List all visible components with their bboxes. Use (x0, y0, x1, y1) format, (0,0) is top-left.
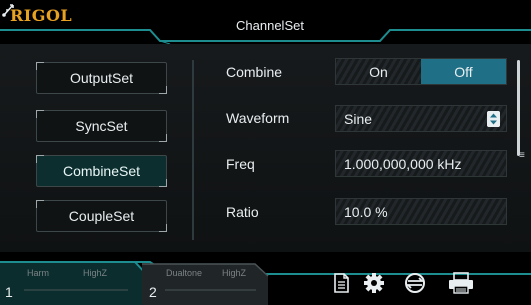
combine-on-option[interactable]: On (336, 59, 421, 84)
usb-icon (2, 4, 14, 17)
combine-off-option[interactable]: Off (421, 59, 506, 84)
instrument-screen: RIGOL ChannelSet OutputSet SyncSet Combi… (0, 0, 531, 305)
ratio-value: 10.0 % (344, 203, 388, 220)
combine-label: Combine (226, 64, 283, 80)
waveform-label: Waveform (226, 110, 290, 126)
ratio-label: Ratio (226, 204, 259, 220)
channel-2-mode: Dualtone (166, 268, 203, 278)
spin-arrows-icon[interactable] (487, 111, 500, 127)
sync-arrows-icon[interactable] (402, 270, 428, 296)
channel-2-impedance: HighZ (222, 268, 247, 278)
scrollbar[interactable] (517, 60, 520, 156)
channel-2-tab[interactable]: 2 Dualtone HighZ (144, 262, 268, 302)
menu-combineset-button[interactable]: CombineSet (36, 155, 167, 187)
menu-outputset-button[interactable]: OutputSet (36, 62, 167, 94)
top-bar: RIGOL ChannelSet (0, 0, 531, 44)
page-title: ChannelSet (236, 18, 304, 33)
channel-2-number: 2 (149, 284, 157, 300)
freq-label: Freq (226, 156, 255, 172)
channel-1-tab[interactable]: 1 Harm HighZ (0, 262, 148, 302)
channel-1-impedance: HighZ (83, 268, 108, 278)
waveform-select[interactable]: Sine (335, 105, 507, 132)
channel-1-mode: Harm (27, 268, 49, 278)
freq-field[interactable]: 1.000,000,000 kHz (335, 150, 507, 177)
ratio-field[interactable]: 10.0 % (335, 198, 507, 225)
document-icon[interactable] (328, 270, 354, 296)
channel-1-number: 1 (5, 284, 13, 300)
menu-syncset-button[interactable]: SyncSet (36, 110, 167, 142)
panel-divider (192, 60, 194, 240)
gear-icon[interactable] (361, 270, 387, 296)
freq-value: 1.000,000,000 kHz (344, 155, 462, 172)
menu-coupleset-button[interactable]: CoupleSet (36, 200, 167, 232)
rigol-logo: RIGOL (10, 6, 73, 25)
printer-icon[interactable] (446, 270, 476, 296)
scroll-grip-icon[interactable]: ≡ (519, 151, 525, 161)
waveform-value: Sine (344, 110, 373, 127)
combine-toggle[interactable]: On Off (335, 58, 507, 85)
